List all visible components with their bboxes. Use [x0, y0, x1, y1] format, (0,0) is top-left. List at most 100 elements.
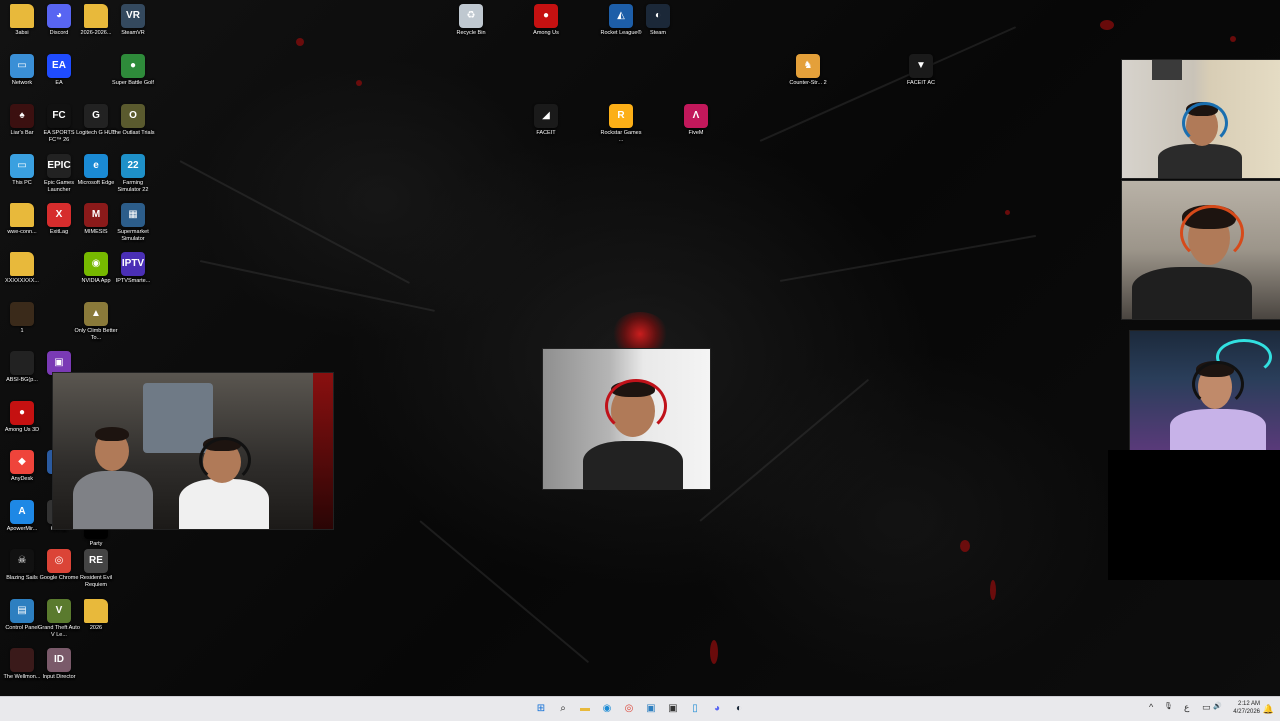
desktop-icon[interactable]: 22 Farming Simulator 22	[113, 154, 153, 194]
steam-taskbar-icon[interactable]: ◐	[731, 701, 747, 717]
supermarket-icon: ▦	[121, 203, 145, 227]
desktop-icon[interactable]: ◭ Rocket League®	[600, 4, 642, 37]
desktop-icon-label: Only Climb Better To...	[74, 328, 118, 341]
desktop-icon[interactable]: ID Input Director	[39, 648, 79, 681]
tray-chevron-icon[interactable]: ^	[1149, 703, 1153, 712]
blazing-sails-icon: ☠	[10, 549, 34, 573]
wallpaper-splatter	[356, 80, 362, 86]
discord-taskbar-icon[interactable]: ◕	[709, 701, 725, 717]
terminal-taskbar-icon[interactable]: ▣	[665, 701, 681, 717]
desktop-icon-label: IPTVSmarte...	[115, 278, 151, 284]
desktop-icon[interactable]: ◕ Discord	[39, 4, 79, 37]
outlast-icon: O	[121, 104, 145, 128]
iptv-icon: IPTV	[121, 252, 145, 276]
desktop-icon[interactable]: EA EA	[39, 54, 79, 87]
wallpaper-splatter	[1100, 20, 1114, 30]
webcam-feed-right-bottom	[1129, 330, 1280, 452]
desktop-icon[interactable]: X ExitLag	[39, 203, 79, 236]
display-icon[interactable]: ▭	[1202, 703, 1211, 712]
desktop-icon-label: The Outlast Trials	[111, 130, 155, 136]
desktop-icon[interactable]: O The Outlast Trials	[111, 104, 155, 137]
desktop[interactable]: 3absi ◕ Discord 2026-2026... VR SteamVR ▭ Netwo…	[0, 0, 1280, 696]
desktop-icon[interactable]: A ApowerMir...	[2, 500, 42, 533]
cs2-icon: ♞	[796, 54, 820, 78]
faceit-ac-icon: ▼	[909, 54, 933, 78]
wallpaper-feather	[779, 234, 1037, 282]
system-clock[interactable]: 2:12 AM 4/27/2026	[1220, 700, 1260, 716]
desktop-icon[interactable]: ◉ NVIDIA App	[76, 252, 116, 285]
steam-icon: ◐	[646, 4, 670, 28]
desktop-icon[interactable]: ♻ Recycle Bin	[451, 4, 491, 37]
desktop-icon-label: Supermarket Simulator	[117, 229, 149, 242]
desktop-icon[interactable]: FC EA SPORTS FC™ 26	[39, 104, 79, 144]
microphone-icon[interactable]: 🎙	[1164, 703, 1173, 710]
desktop-icon[interactable]: ♞ Counter-Str... 2	[788, 54, 828, 87]
desktop-icon[interactable]: e Microsoft Edge	[76, 154, 116, 187]
desktop-icon[interactable]: ▦ Supermarket Simulator	[113, 203, 153, 243]
desktop-icon[interactable]: ◎ Google Chrome	[39, 549, 79, 582]
app-taskbar-icon[interactable]: ▣	[643, 701, 659, 717]
desktop-icon-label: FACEIT AC	[906, 80, 936, 86]
desktop-icon[interactable]: M MIMESIS	[76, 203, 116, 236]
desktop-icon[interactable]: 1	[2, 302, 42, 335]
desktop-icon[interactable]: ▤ Control Panel	[2, 599, 42, 632]
desktop-icon[interactable]: EPIC Epic Games Launcher	[39, 154, 79, 194]
black-overlay-panel	[1108, 450, 1280, 580]
among-us-3d-icon: ●	[10, 401, 34, 425]
chrome-taskbar-icon[interactable]: ◎	[621, 701, 637, 717]
window-taskbar-icon[interactable]: ▯	[687, 701, 703, 717]
desktop-icon[interactable]: ☠ Blazing Sails	[2, 549, 42, 582]
desktop-icon[interactable]: ▭ This PC	[2, 154, 42, 187]
wallpaper-feather	[419, 520, 590, 664]
desktop-icon-label: Steam	[650, 30, 666, 36]
golf-icon: ●	[121, 54, 145, 78]
desktop-icon[interactable]: ● Super Battle Golf	[112, 54, 154, 87]
folder-icon	[10, 252, 34, 276]
epic-icon: EPIC	[47, 154, 71, 178]
desktop-icon[interactable]: ▲ Only Climb Better To...	[74, 302, 118, 342]
wallpaper-splatter	[710, 640, 718, 664]
desktop-icon[interactable]: The Wellmon...	[2, 648, 42, 681]
desktop-icon[interactable]: VR SteamVR	[113, 4, 153, 37]
start-button[interactable]: ⊞	[533, 701, 549, 717]
desktop-icon[interactable]: Λ FiveM	[676, 104, 716, 137]
desktop-icon[interactable]: ◐ Steam	[638, 4, 678, 37]
desktop-icon[interactable]: 2026-2026...	[76, 4, 116, 37]
desktop-icon[interactable]: ● Among Us	[526, 4, 566, 37]
desktop-icon[interactable]: ABSI-BG(p...	[2, 351, 42, 384]
desktop-icon[interactable]: IPTV IPTVSmarte...	[113, 252, 153, 285]
desktop-icon[interactable]: G Logitech G HUB	[76, 104, 116, 137]
faceit-icon: ◢	[534, 104, 558, 128]
desktop-icon[interactable]: ▭ Network	[2, 54, 42, 87]
desktop-icon[interactable]: ● Among Us 3D	[2, 401, 42, 434]
search-icon[interactable]: ⌕	[555, 701, 571, 717]
desktop-icon[interactable]: ◢ FACEIT	[526, 104, 566, 137]
desktop-icon[interactable]: ▼ FACEIT AC	[901, 54, 941, 87]
notification-bell-icon[interactable]: 🔔	[1263, 704, 1274, 715]
webcam-feed-left	[52, 372, 334, 530]
desktop-icon[interactable]: ♠ Liar's Bar	[2, 104, 42, 137]
desktop-icon[interactable]: 2026	[76, 599, 116, 632]
folder-icon	[10, 203, 34, 227]
language-indicator[interactable]: ع	[1184, 703, 1189, 712]
webcam-feed-right-top	[1121, 59, 1280, 179]
fivem-icon: Λ	[684, 104, 708, 128]
desktop-icon-label: 1	[20, 328, 24, 334]
desktop-icon[interactable]: V Grand Theft Auto V Le...	[38, 599, 80, 639]
apowermirror-icon: A	[10, 500, 34, 524]
desktop-icon[interactable]: RE Resident Evil Requiem	[76, 549, 116, 589]
edge-icon: e	[84, 154, 108, 178]
desktop-icon[interactable]: ◆ AnyDesk	[2, 450, 42, 483]
wallpaper-splatter	[296, 38, 304, 46]
file-explorer-icon[interactable]: ▬	[577, 701, 593, 717]
desktop-icon[interactable]: 3absi	[2, 4, 42, 37]
this-pc-icon: ▭	[10, 154, 34, 178]
wellmon-icon	[10, 648, 34, 672]
desktop-icon[interactable]: XXXXXXXX...	[2, 252, 42, 285]
desktop-icon[interactable]: wwe-conn...	[2, 203, 42, 236]
image-file-icon	[10, 351, 34, 375]
folder-icon	[10, 4, 34, 28]
edge-taskbar-icon[interactable]: ◉	[599, 701, 615, 717]
desktop-icon[interactable]: R Rockstar Games ...	[601, 104, 641, 144]
desktop-icon-label: Recycle Bin	[456, 30, 486, 36]
